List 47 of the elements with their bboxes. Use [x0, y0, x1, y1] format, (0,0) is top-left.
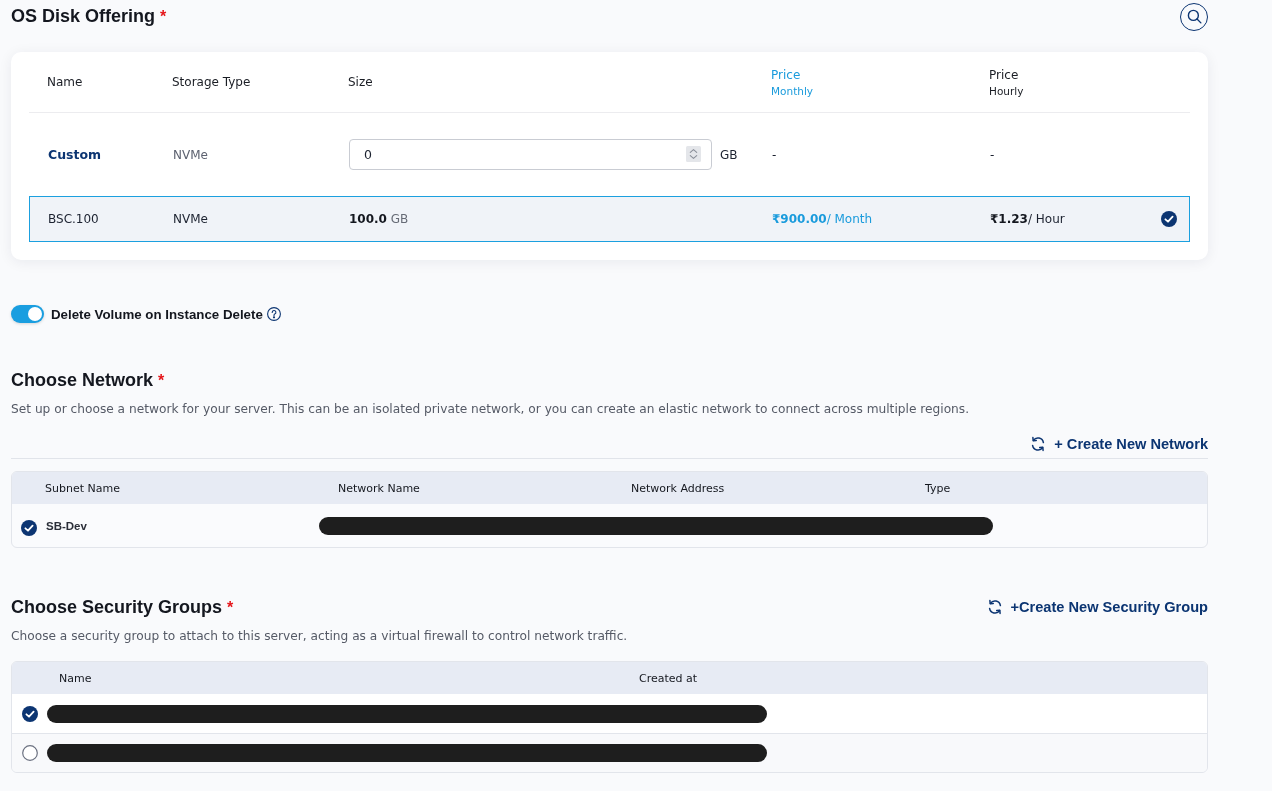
- column-header: Type: [925, 481, 952, 495]
- column-header: Size: [348, 75, 373, 89]
- column-header: Storage Type: [172, 75, 251, 89]
- check-circle-icon[interactable]: [21, 705, 38, 722]
- check-circle-icon: [1161, 211, 1177, 227]
- required-mark: *: [158, 371, 165, 390]
- table-cell-text: SB-Dev: [46, 519, 88, 532]
- offering-row[interactable]: Custom NVMe 0 GB - -: [29, 113, 1190, 196]
- unit-label: GB: [720, 147, 738, 162]
- size-input[interactable]: 0: [349, 139, 712, 170]
- table-cell-text: ₹900.00/ Month: [771, 212, 874, 226]
- column-header: Price: [989, 67, 1019, 82]
- column-subheader: Monthly: [771, 84, 814, 97]
- refresh-icon[interactable]: [1030, 436, 1047, 452]
- section-title: Choose Network: [11, 369, 154, 391]
- search-icon: [1186, 9, 1202, 24]
- column-header: Network Name: [338, 481, 421, 495]
- table-cell-text: Custom: [47, 147, 103, 162]
- table-cell-text: NVMe: [172, 147, 209, 162]
- table-cell-text: -: [989, 147, 996, 162]
- toggle-switch[interactable]: [11, 305, 44, 323]
- table-cell-text: ₹1.23/ Hour: [989, 212, 1066, 226]
- section-description: Set up or choose a network for your server. This can be an isolated private network, or you can create an elastic network to connect across multiple regions.: [11, 401, 971, 418]
- table-cell-text: -: [771, 147, 778, 162]
- section-title: Choose Security Groups: [11, 596, 223, 618]
- table-cell-text: NVMe: [172, 212, 209, 226]
- table-cell-text: BSC.100: [47, 212, 100, 226]
- column-header: Created at: [639, 671, 699, 685]
- help-icon[interactable]: [266, 307, 281, 321]
- table-cell-text: 100.0 GB: [348, 212, 410, 226]
- column-header: Name: [47, 75, 83, 89]
- column-header: Name: [59, 671, 93, 685]
- column-header: Price: [771, 67, 801, 82]
- toggle-label: Delete Volume on Instance Delete: [51, 306, 263, 322]
- create-security-group-link[interactable]: +Create New Security Group: [1010, 599, 1208, 615]
- refresh-icon[interactable]: [986, 599, 1003, 615]
- column-header: Network Address: [631, 481, 726, 495]
- offering-row[interactable]: BSC.100 NVMe 100.0 GB ₹900.00/ Month ₹1.23/ Hour: [29, 196, 1190, 242]
- check-circle-icon[interactable]: [21, 519, 37, 536]
- column-header: Subnet Name: [45, 481, 121, 495]
- required-mark: *: [227, 598, 234, 617]
- column-subheader: Hourly: [989, 84, 1024, 97]
- section-title: OS Disk Offering: [11, 5, 156, 27]
- section-description: Choose a security group to attach to this server, acting as a virtual firewall to control network traffic.: [11, 628, 629, 645]
- required-mark: *: [160, 7, 167, 26]
- create-network-link[interactable]: + Create New Network: [1054, 436, 1208, 452]
- radio-circle-icon[interactable]: [21, 745, 38, 761]
